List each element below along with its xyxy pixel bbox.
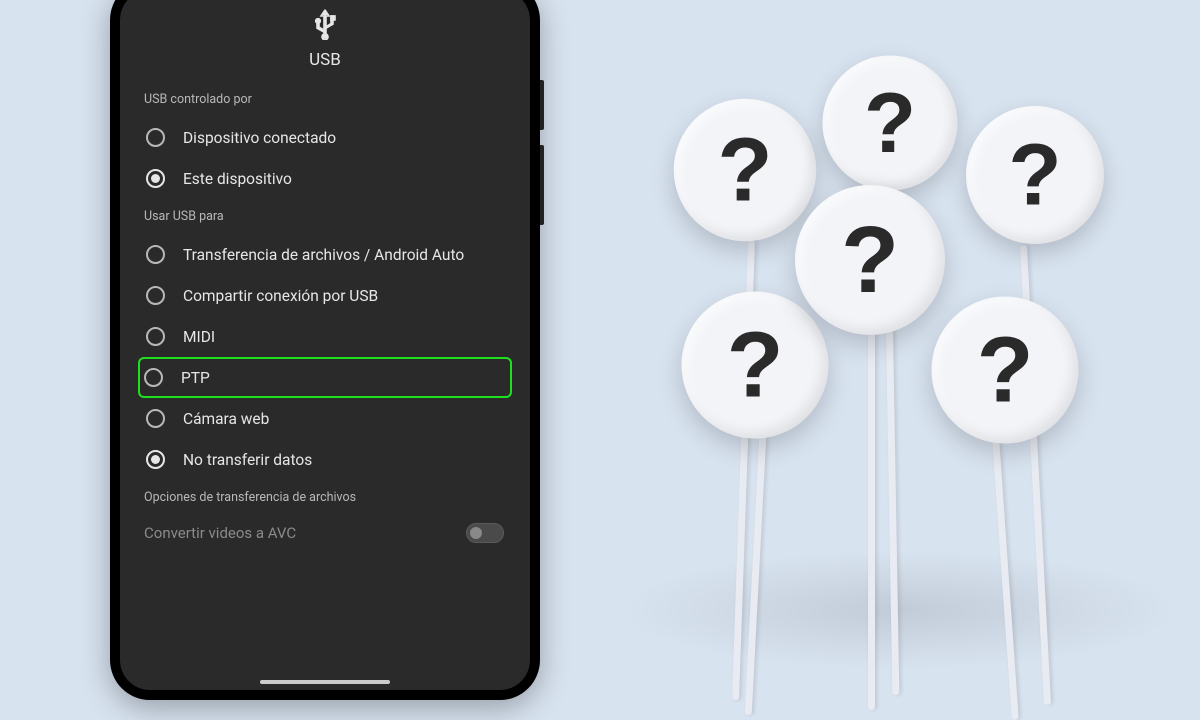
radio-connected-device[interactable]: Dispositivo conectado (140, 117, 510, 158)
question-sign: ? (682, 292, 829, 439)
radio-this-device[interactable]: Este dispositivo (140, 158, 510, 199)
question-mark-icon: ? (727, 312, 784, 419)
sign-stick (992, 440, 1019, 720)
radio-label: Dispositivo conectado (183, 129, 336, 147)
radio-icon (146, 286, 165, 305)
section-label-controlled-by: USB controlado por (144, 92, 510, 107)
usb-settings-screen: USB USB controlado por Dispositivo conec… (120, 0, 530, 690)
radio-file-transfer[interactable]: Transferencia de archivos / Android Auto (140, 234, 510, 275)
usb-icon (312, 8, 338, 44)
toggle-convert-avc-row[interactable]: Convertir videos a AVC (140, 515, 510, 547)
radio-label: Este dispositivo (183, 170, 292, 188)
radio-label: PTP (181, 369, 210, 387)
radio-icon (146, 450, 165, 469)
radio-usb-tethering[interactable]: Compartir conexión por USB (140, 275, 510, 316)
phone-side-button (540, 145, 544, 225)
section-label-use-for: Usar USB para (144, 209, 510, 224)
question-mark-icon: ? (841, 206, 899, 315)
radio-icon (144, 368, 163, 387)
question-sign: ? (795, 185, 945, 335)
radio-icon (146, 327, 165, 346)
radio-label: MIDI (183, 328, 215, 346)
radio-icon (146, 409, 165, 428)
radio-icon (146, 128, 165, 147)
gesture-nav-bar[interactable] (260, 680, 390, 684)
question-mark-icon: ? (1008, 125, 1061, 225)
question-mark-icon: ? (977, 317, 1034, 424)
radio-webcam[interactable]: Cámara web (140, 398, 510, 439)
radio-midi[interactable]: MIDI (140, 316, 510, 357)
question-sign: ? (932, 297, 1079, 444)
sign-stick (868, 330, 875, 710)
phone-frame: USB USB controlado por Dispositivo conec… (110, 0, 540, 700)
question-mark-icon: ? (864, 74, 916, 172)
toggle-switch[interactable] (466, 523, 504, 543)
phone-side-button (540, 80, 544, 130)
section-label-file-options: Opciones de transferencia de archivos (144, 490, 510, 505)
page-title: USB (140, 50, 510, 70)
radio-no-data[interactable]: No transferir datos (140, 439, 510, 480)
radio-ptp[interactable]: PTP (138, 357, 512, 398)
question-signs-illustration: ? ? ? ? ? ? (640, 40, 1160, 660)
sign-stick (745, 435, 767, 715)
radio-label: Compartir conexión por USB (183, 287, 378, 305)
question-sign: ? (823, 56, 958, 191)
header: USB (140, 8, 510, 70)
question-mark-icon: ? (717, 118, 772, 222)
radio-label: Cámara web (183, 410, 269, 428)
question-sign: ? (966, 106, 1104, 244)
question-sign: ? (674, 99, 817, 242)
radio-label: No transferir datos (183, 451, 312, 469)
radio-label: Transferencia de archivos / Android Auto (183, 246, 464, 264)
toggle-label: Convertir videos a AVC (144, 524, 296, 542)
radio-icon (146, 169, 165, 188)
radio-icon (146, 245, 165, 264)
